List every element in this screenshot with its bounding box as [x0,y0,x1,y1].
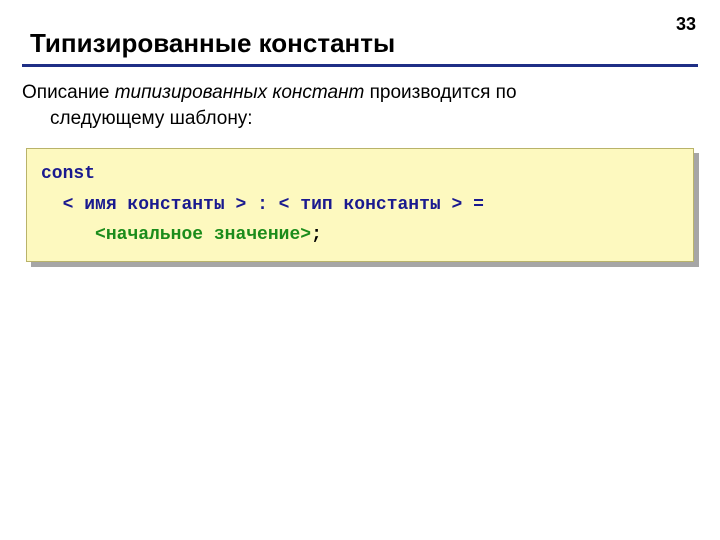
desc-prefix: Описание [22,82,115,103]
code-l2-lt2: < [279,195,290,215]
desc-suffix1: производится по [364,82,516,103]
code-l3-gt: > [300,225,311,245]
code-l2-lt1: < [63,195,74,215]
code-l3-semi: ; [311,225,322,245]
code-const-name-placeholder: имя константы [73,195,235,215]
description-text: Описание типизированных констант произво… [22,80,682,131]
code-line3: <начальное значение>; [41,225,322,245]
code-l2-gt2: > [452,195,463,215]
code-l2-colon: : [246,195,278,215]
code-l3-lt: < [95,225,106,245]
code-initial-value-placeholder: начальное значение [106,225,300,245]
desc-italic: типизированных констант [115,82,365,103]
slide-title: Типизированные константы [30,28,395,59]
desc-line2: следующему шаблону: [22,106,682,132]
title-underline [22,64,698,67]
code-line2: < имя константы > : < тип константы > = [41,195,484,215]
code-keyword-const: const [41,164,95,184]
code-l2-gt1: > [235,195,246,215]
page-number: 33 [676,14,696,35]
slide: 33 Типизированные константы Описание тип… [0,0,720,540]
code-l2-indent [41,195,63,215]
code-box-content: const < имя константы > : < тип констант… [26,148,694,262]
code-l3-indent [41,225,95,245]
code-box: const < имя константы > : < тип констант… [26,148,694,262]
code-l2-eq: = [462,195,484,215]
code-const-type-placeholder: тип константы [289,195,451,215]
